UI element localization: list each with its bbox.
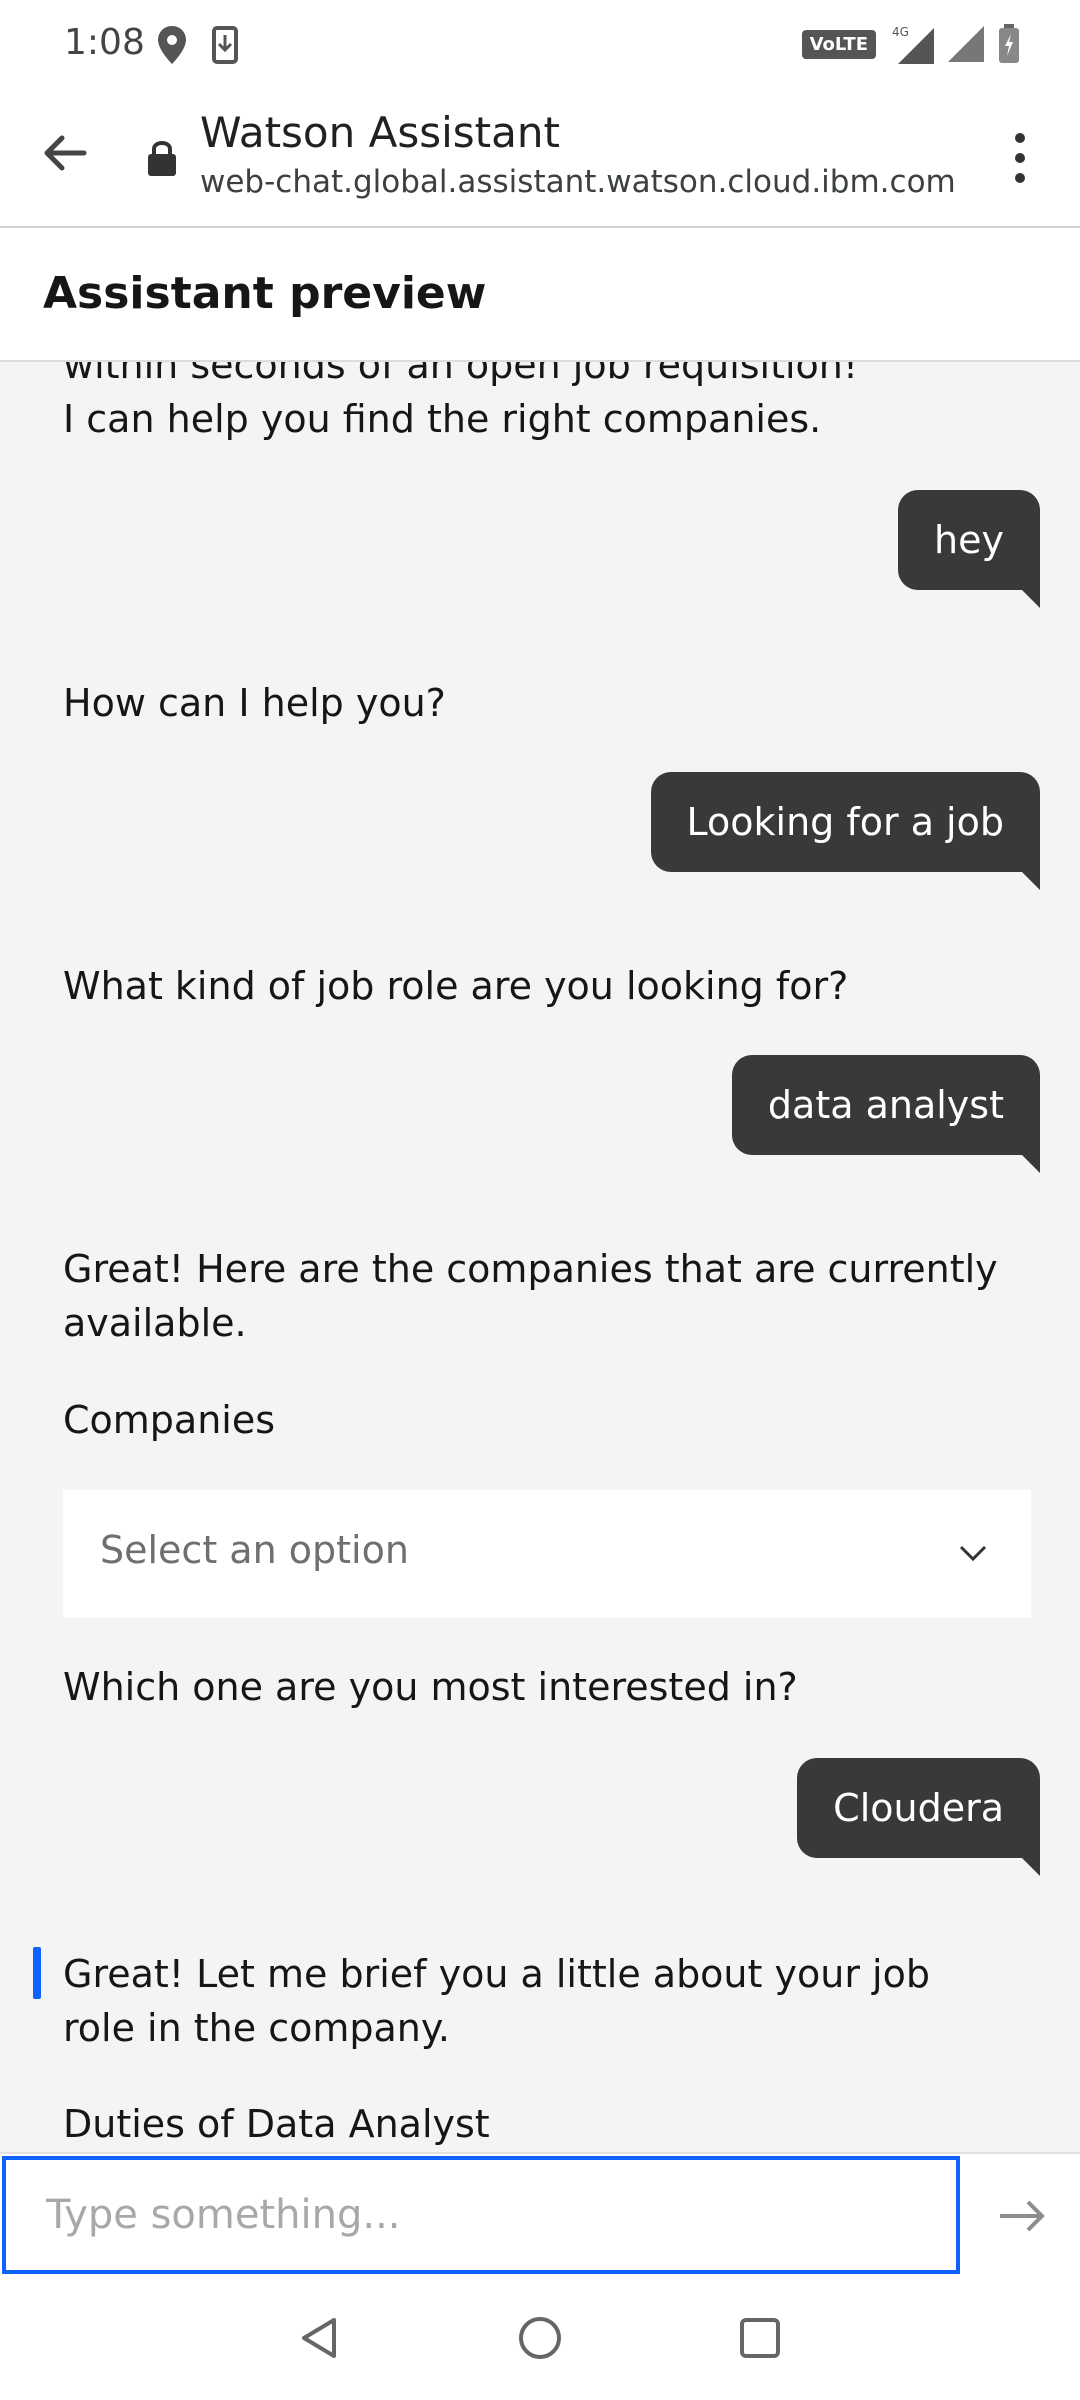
- user-message-bubble: hey: [898, 490, 1040, 608]
- signal-4g-icon: 4G: [892, 25, 934, 64]
- nav-back-icon[interactable]: [290, 2308, 350, 2368]
- user-message-text: data analyst: [767, 1083, 1004, 1127]
- message-input[interactable]: [2, 2156, 960, 2274]
- download-notification-icon: [212, 26, 238, 64]
- companies-select[interactable]: Select an option: [63, 1490, 1031, 1618]
- network-label: 4G: [892, 25, 909, 39]
- nav-recents-icon[interactable]: [730, 2308, 790, 2368]
- select-placeholder: Select an option: [100, 1528, 409, 1572]
- user-message-text: hey: [934, 518, 1004, 562]
- bot-message: Great! Let me brief you a little about y…: [63, 1952, 930, 2050]
- back-arrow-icon[interactable]: [40, 128, 90, 178]
- focus-indicator: [33, 1947, 41, 1999]
- user-message-bubble: Cloudera: [797, 1758, 1040, 1876]
- bot-message: How can I help you?: [63, 681, 446, 725]
- nav-home-icon[interactable]: [510, 2308, 570, 2368]
- volte-badge: VoLTE: [801, 29, 876, 59]
- input-bar: [0, 2152, 1080, 2276]
- battery-icon: [999, 24, 1019, 63]
- browser-toolbar: Watson Assistant web-chat.global.assista…: [0, 92, 1080, 228]
- site-title[interactable]: Watson Assistant: [200, 108, 560, 157]
- user-message-bubble: Looking for a job: [650, 772, 1040, 890]
- chat-transcript[interactable]: within seconds of an open job requisitio…: [0, 362, 1080, 2152]
- location-icon: [158, 26, 186, 64]
- site-url[interactable]: web-chat.global.assistant.watson.cloud.i…: [200, 164, 956, 200]
- dropdown-label: Companies: [63, 1398, 276, 1442]
- kebab-menu-icon[interactable]: [1000, 128, 1040, 188]
- preview-header: Assistant preview: [0, 230, 1080, 362]
- user-message-text: Cloudera: [833, 1786, 1004, 1830]
- user-message-text: Looking for a job: [686, 800, 1004, 844]
- bot-message: Duties of Data Analyst: [63, 2102, 490, 2146]
- bot-message: What kind of job role are you looking fo…: [63, 964, 849, 1008]
- bot-message: Great! Here are the companies that are c…: [63, 1247, 998, 1345]
- bot-message: I can help you find the right companies.: [63, 397, 822, 441]
- chevron-down-icon: [959, 1545, 987, 1562]
- page-title: Assistant preview: [43, 268, 487, 319]
- user-message-bubble: data analyst: [731, 1055, 1040, 1173]
- send-arrow-icon[interactable]: [994, 2188, 1050, 2244]
- lock-icon: [148, 141, 176, 176]
- status-time: 1:08: [64, 22, 145, 63]
- system-nav-bar: [0, 2276, 1080, 2400]
- status-bar: 1:08 VoLTE 4G: [0, 0, 1080, 92]
- signal-icon: [948, 26, 984, 62]
- bot-message: Which one are you most interested in?: [63, 1665, 798, 1709]
- bot-message: within seconds of an open job requisitio…: [63, 362, 859, 387]
